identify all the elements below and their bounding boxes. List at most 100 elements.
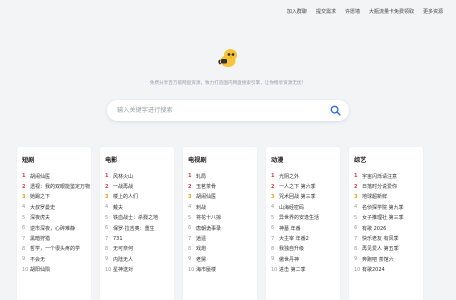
category-card-anime: 动漫 1 光阴之外 2 一人之下 第六季 3 咒术回战 第三季 4 山海经密码 5 异世界的安逸生活… [266, 147, 340, 300]
ranking-item[interactable]: 9 内陆无人 [105, 254, 174, 264]
ranking-item[interactable]: 3 咒术回战 第三季 [271, 192, 340, 202]
ranking-item[interactable]: 1 胡闹仙医 [22, 171, 91, 181]
ranking-item[interactable]: 9 不会无 [22, 254, 91, 264]
ranking-item[interactable]: 4 名侦探学院 第九季 [354, 202, 423, 212]
ranking-item[interactable]: 8 无可奈何 [105, 244, 174, 254]
ranking-item[interactable]: 5 铁血战士：杀戮之地 [105, 213, 174, 223]
rank-number: 9 [354, 256, 358, 263]
topnav-wish-wall[interactable]: 许愿墙 [345, 8, 360, 15]
item-title: 有歌 2026 [362, 225, 387, 232]
rank-number: 5 [22, 214, 26, 221]
topnav-submit-request[interactable]: 提交需求 [316, 8, 336, 15]
item-title: 我独自升级 [279, 246, 305, 253]
search-bar [107, 100, 349, 121]
rank-number: 10 [271, 266, 278, 273]
ranking-item[interactable]: 10 星神送对 [105, 265, 174, 275]
ranking-item[interactable]: 8 哲学，一个很头疼的学 [22, 244, 91, 254]
ranking-item[interactable]: 9 傲世丹神 [271, 254, 340, 264]
item-title: 铁血战士：杀戮之地 [113, 215, 159, 222]
item-title: 女子推理社 第三季 [362, 215, 404, 222]
ranking-item[interactable]: 6 保罗·拉吉奥：重生 [105, 223, 174, 233]
category-card-variety: 综艺 1 宇宙闪烁请注意 2 日落时分说爱你 3 地球超新鲜 4 名侦探学院 第九季 5 女子推理社… [349, 147, 423, 300]
rank-number: 4 [22, 204, 26, 211]
ranking-item[interactable]: 4 大叔罗曼史 [22, 202, 91, 212]
item-title: 无可奈何 [113, 246, 134, 253]
rank-number: 1 [188, 173, 192, 180]
ranking-item[interactable]: 1 宇宙闪烁请注意 [354, 171, 423, 181]
rank-number: 2 [271, 183, 275, 190]
item-title: 不会无 [30, 256, 46, 263]
search-icon[interactable] [330, 105, 341, 116]
topnav-more-resources[interactable]: 更多资源 [423, 8, 443, 15]
rank-number: 6 [105, 225, 109, 232]
ranking-item[interactable]: 3 胡闹仙医 [188, 192, 257, 202]
ranking-item[interactable]: 4 山海经密码 [271, 202, 340, 212]
ranking-item[interactable]: 1 光阴之外 [271, 171, 340, 181]
ranking-item[interactable]: 7 731 [105, 233, 174, 243]
category-card-tv-series: 电视剧 1 轧局 2 玉茗茶骨 3 胡闹仙医 4 刺战 5 将花十八掠 6 唐朝诡事录 7 逍遥 8 戏炮 9 老舅… [183, 147, 257, 300]
ranking-item[interactable]: 7 黑暗狩猎 [22, 233, 91, 243]
ranking-item[interactable]: 2 日落时分说爱你 [354, 181, 423, 191]
ranking-item[interactable]: 6 唐朝诡事录 [188, 223, 257, 233]
item-title: 刺战 [196, 204, 207, 211]
rank-number: 3 [22, 193, 26, 200]
item-title: 731 [113, 235, 123, 242]
item-title: 星神送对 [113, 267, 134, 274]
ranking-item[interactable]: 7 快乐老友 有风季 [354, 233, 423, 243]
search-input[interactable] [117, 104, 317, 117]
item-title: 楼上的人们 [113, 194, 139, 201]
ranking-list: 1 胡闹仙医 2 透视：我的双眼能鉴定万物 3 她踢之下 4 大叔罗曼史 5 深夜虎夫 6 逆市深夜，… [22, 171, 91, 275]
ranking-item[interactable]: 1 轧局 [188, 171, 257, 181]
item-title: 进击 第二季 [279, 267, 306, 274]
top-nav: 加入群聊 提交需求 许愿墙 大瓶流量卡免费领取 更多资源 [287, 8, 443, 15]
ranking-item[interactable]: 10 有歌2024 [354, 265, 423, 275]
topnav-free-sim-card[interactable]: 大瓶流量卡免费领取 [369, 8, 414, 15]
ranking-item[interactable]: 4 刺战 [188, 202, 257, 212]
ranking-item[interactable]: 8 我独自升级 [271, 244, 340, 254]
rank-number: 6 [271, 225, 275, 232]
rank-number: 1 [271, 173, 275, 180]
item-title: 将花十八掠 [196, 215, 222, 222]
ranking-list: 1 风林火山 2 一战再战 3 楼上的人们 4 戴夫 5 铁血战士：杀戮之地 6 保罗·拉吉奥：重生 7… [105, 171, 174, 275]
ranking-item[interactable]: 10 胡阳仙陨 [22, 265, 91, 275]
item-title: 风林火山 [113, 173, 134, 180]
ranking-item[interactable]: 6 神墓 年番 [271, 223, 340, 233]
ranking-item[interactable]: 6 逆市深夜，心碎难静 [22, 223, 91, 233]
item-title: 大叔罗曼史 [30, 204, 56, 211]
ranking-item[interactable]: 2 一人之下 第六季 [271, 181, 340, 191]
item-title: 神墓 年番 [279, 225, 301, 232]
ranking-item[interactable]: 10 海市蜃楼 [188, 265, 257, 275]
ranking-item[interactable]: 3 楼上的人们 [105, 192, 174, 202]
ranking-item[interactable]: 9 奔跑吧 茶馆六 [354, 254, 423, 264]
rank-number: 10 [354, 266, 361, 273]
ranking-item[interactable]: 5 将花十八掠 [188, 213, 257, 223]
ranking-item[interactable]: 1 风林火山 [105, 171, 174, 181]
ranking-item[interactable]: 2 一战再战 [105, 181, 174, 191]
ranking-item[interactable]: 8 戏炮 [188, 244, 257, 254]
ranking-item[interactable]: 5 异世界的安逸生活 [271, 213, 340, 223]
topnav-join-group[interactable]: 加入群聊 [287, 8, 307, 15]
item-title: 快乐老友 有风季 [362, 236, 399, 243]
ranking-item[interactable]: 5 女子推理社 第三季 [354, 213, 423, 223]
item-title: 名侦探学院 第九季 [362, 204, 404, 211]
rank-number: 5 [105, 214, 109, 221]
ranking-item[interactable]: 8 再见爱人 第五季 [354, 244, 423, 254]
ranking-item[interactable]: 2 玉茗茶骨 [188, 181, 257, 191]
ranking-item[interactable]: 10 进击 第二季 [271, 265, 340, 275]
ranking-item[interactable]: 3 地球超新鲜 [354, 192, 423, 202]
ranking-item[interactable]: 9 老舅 [188, 254, 257, 264]
ranking-item[interactable]: 3 她踢之下 [22, 192, 91, 202]
item-title: 胡闹仙医 [30, 173, 51, 180]
ranking-item[interactable]: 2 透视：我的双眼能鉴定万物 [22, 181, 91, 191]
item-title: 一人之下 第六季 [279, 184, 316, 191]
category-card-short-drama: 短剧 1 胡闹仙医 2 透视：我的双眼能鉴定万物 3 她踢之下 4 大叔罗曼史 5 深夜虎夫 6 逆市深… [17, 147, 91, 300]
item-title: 逆市深夜，心碎难静 [30, 225, 76, 232]
ranking-item[interactable]: 7 逍遥 [188, 233, 257, 243]
rank-number: 9 [271, 256, 275, 263]
ranking-item[interactable]: 6 有歌 2026 [354, 223, 423, 233]
ranking-item[interactable]: 7 大主宰 年番2 [271, 233, 340, 243]
item-title: 深夜虎夫 [30, 215, 51, 222]
ranking-item[interactable]: 5 深夜虎夫 [22, 213, 91, 223]
ranking-item[interactable]: 4 戴夫 [105, 202, 174, 212]
item-title: 胡闹仙医 [196, 194, 217, 201]
